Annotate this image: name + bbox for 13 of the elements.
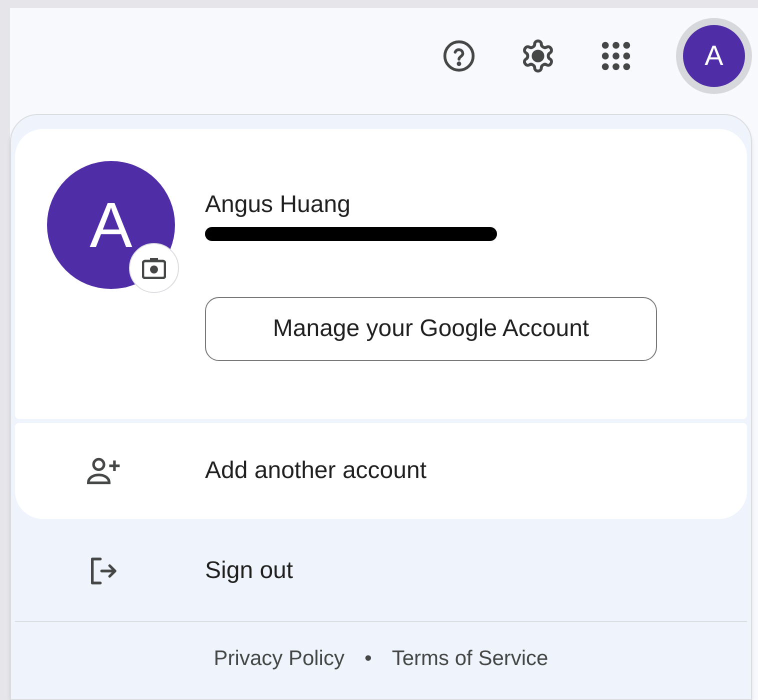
- help-icon[interactable]: [442, 39, 476, 73]
- camera-icon: [142, 257, 166, 279]
- add-person-icon: [87, 456, 121, 486]
- account-name: Angus Huang: [205, 193, 352, 217]
- apps-grid-icon[interactable]: [600, 40, 632, 72]
- manage-account-button[interactable]: Manage your Google Account: [205, 297, 657, 361]
- settings-icon[interactable]: [520, 38, 556, 74]
- privacy-policy-link[interactable]: Privacy Policy: [214, 642, 344, 674]
- terms-of-service-link[interactable]: Terms of Service: [392, 642, 548, 674]
- menu-item[interactable]: Sign out: [15, 523, 747, 619]
- account-avatar[interactable]: A: [683, 25, 745, 87]
- separator-dot: •: [364, 646, 372, 672]
- menu-item[interactable]: Add another account: [15, 423, 747, 519]
